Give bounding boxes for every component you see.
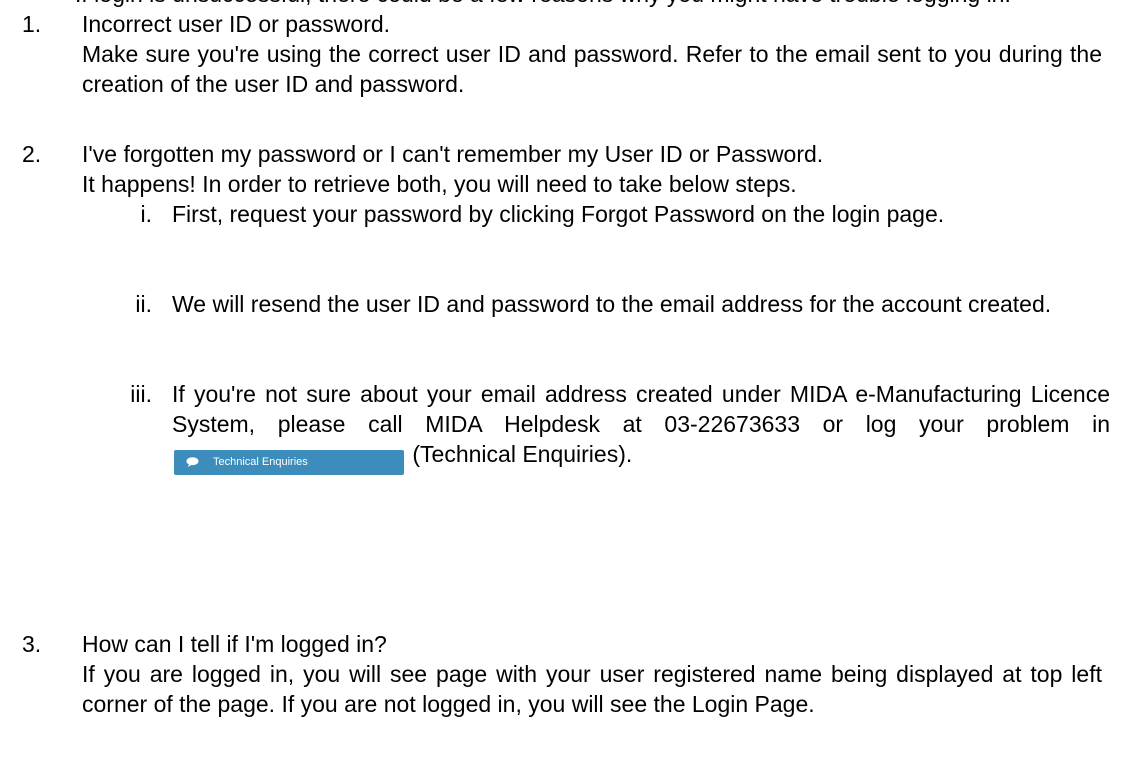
step-text: If you're not sure about your email addr… xyxy=(172,379,1110,475)
clipped-intro-line: If login is unsuccessful, there could be… xyxy=(75,0,1011,9)
item-title: Incorrect user ID or password. xyxy=(82,11,391,37)
step-text-after: (Technical Enquiries). xyxy=(412,441,633,467)
technical-enquiries-button[interactable]: Technical Enquiries xyxy=(174,449,404,475)
item-number: 1. xyxy=(22,11,42,37)
step-numeral: ii. xyxy=(135,291,152,317)
item-title: I've forgotten my password or I can't re… xyxy=(82,141,824,167)
item-number: 3. xyxy=(22,631,42,657)
item-content: I've forgotten my password or I can't re… xyxy=(82,139,1102,199)
step-text-before: If you're not sure about your email addr… xyxy=(172,381,1110,437)
step-numeral: iii. xyxy=(130,381,152,407)
item-title: How can I tell if I'm logged in? xyxy=(82,631,387,657)
chat-bubble-icon xyxy=(186,457,199,468)
item-body: If you are logged in, you will see page … xyxy=(82,661,1102,717)
item-content: Incorrect user ID or password. Make sure… xyxy=(82,9,1102,99)
item-body: Make sure you're using the correct user … xyxy=(82,41,1102,97)
item-content: How can I tell if I'm logged in? If you … xyxy=(82,629,1102,719)
item-number: 2. xyxy=(22,141,42,167)
technical-enquiries-label: Technical Enquiries xyxy=(213,455,308,468)
step-numeral: i. xyxy=(140,201,153,227)
step-text: We will resend the user ID and password … xyxy=(172,291,1052,317)
item-body: It happens! In order to retrieve both, y… xyxy=(82,171,797,197)
step-text: First, request your password by clicking… xyxy=(172,201,945,227)
